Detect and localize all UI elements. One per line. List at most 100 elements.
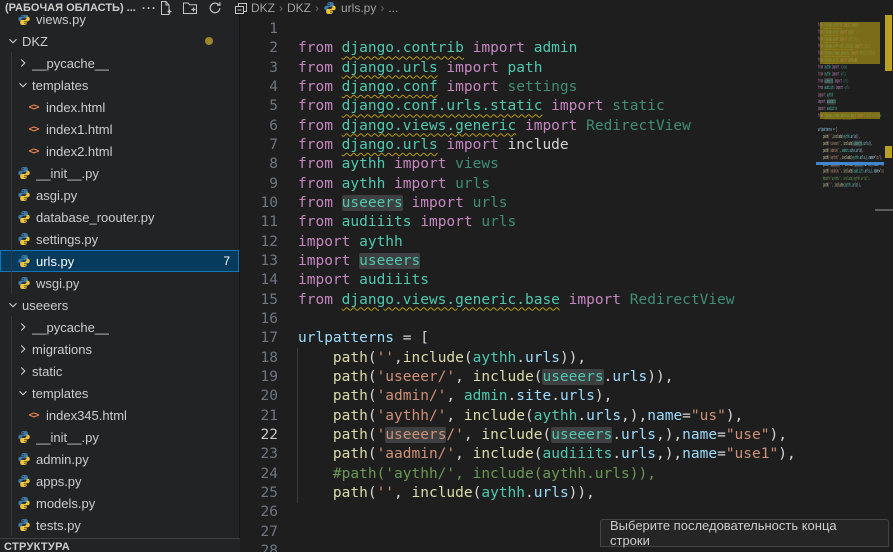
refresh-icon[interactable] <box>207 0 223 16</box>
code-line[interactable]: from django.urls import path <box>298 59 796 78</box>
line-number[interactable]: 2 <box>240 39 278 58</box>
code-line[interactable]: import aythh <box>298 233 796 252</box>
chevron-right-icon[interactable] <box>16 320 30 334</box>
file-tests-py[interactable]: tests.py <box>0 514 239 536</box>
line-number[interactable]: 22 <box>240 426 278 445</box>
chevron-right-icon[interactable] <box>16 56 30 70</box>
code-line[interactable]: import audiiits <box>298 271 796 290</box>
file-urls-py[interactable]: urls.py7 <box>0 250 239 272</box>
code-line[interactable]: from aythh import urls <box>298 175 796 194</box>
code-line[interactable]: urlpatterns = [ <box>298 329 796 348</box>
outline-section-header[interactable]: СТРУКТУРА <box>0 538 240 552</box>
code-line[interactable]: path('admin/', admin.site.urls), <box>298 387 796 406</box>
line-number[interactable]: 23 <box>240 445 278 464</box>
chevron-down-icon[interactable] <box>16 78 30 92</box>
line-number[interactable]: 12 <box>240 233 278 252</box>
file-models-py[interactable]: models.py <box>0 492 239 514</box>
line-number[interactable]: 26 <box>240 503 278 522</box>
code-line[interactable]: from django.views.generic.base import Re… <box>298 291 796 310</box>
line-number[interactable]: 6 <box>240 117 278 136</box>
folder-static[interactable]: static <box>0 360 239 382</box>
line-number[interactable]: 27 <box>240 523 278 542</box>
line-number[interactable]: 11 <box>240 213 278 232</box>
line-number[interactable]: 9 <box>240 175 278 194</box>
workspace-title: (РАБОЧАЯ ОБЛАСТЬ) ... <box>5 2 136 14</box>
line-number[interactable]: 24 <box>240 465 278 484</box>
line-number[interactable]: 16 <box>240 310 278 329</box>
line-number[interactable]: 20 <box>240 387 278 406</box>
code-line[interactable]: from django.contrib import admin <box>298 39 796 58</box>
line-number[interactable]: 14 <box>240 271 278 290</box>
file-settings-py[interactable]: settings.py <box>0 228 239 250</box>
more-actions-icon[interactable]: ··· <box>142 1 157 15</box>
line-number[interactable]: 4 <box>240 78 278 97</box>
line-number[interactable]: 19 <box>240 368 278 387</box>
breadcrumb-item[interactable]: ... <box>388 1 398 15</box>
line-number[interactable]: 21 <box>240 407 278 426</box>
code-line[interactable]: from aythh import views <box>298 155 796 174</box>
breadcrumb-item[interactable]: DKZ <box>287 1 311 15</box>
code-line[interactable]: from audiiits import urls <box>298 213 796 232</box>
line-number[interactable]: 3 <box>240 59 278 78</box>
file-admin-py[interactable]: admin.py <box>0 448 239 470</box>
chevron-right-icon[interactable] <box>16 364 30 378</box>
line-number[interactable]: 10 <box>240 194 278 213</box>
file-init-py[interactable]: __init__.py <box>0 162 239 184</box>
chevron-down-icon[interactable] <box>6 298 20 312</box>
code-line[interactable]: import useeers <box>298 252 796 271</box>
new-file-icon[interactable] <box>157 0 173 16</box>
code-line[interactable]: from django.views.generic import Redirec… <box>298 117 796 136</box>
code-line[interactable]: from django.conf import settings <box>298 78 796 97</box>
code-line[interactable]: from django.urls import include <box>298 136 796 155</box>
code-line[interactable]: path('aadmin/', include(audiiits.urls,),… <box>298 445 796 464</box>
line-number[interactable]: 7 <box>240 136 278 155</box>
chevron-down-icon[interactable] <box>6 34 20 48</box>
file-index345-html[interactable]: <>index345.html <box>0 404 239 426</box>
code-line[interactable]: from useeers import urls <box>298 194 796 213</box>
line-number[interactable]: 17 <box>240 329 278 348</box>
new-folder-icon[interactable] <box>182 0 198 16</box>
chevron-right-icon[interactable] <box>16 342 30 356</box>
line-number[interactable]: 28 <box>240 542 278 552</box>
folder-dkz[interactable]: DKZ <box>0 30 239 52</box>
folder-pycache[interactable]: __pycache__ <box>0 52 239 74</box>
line-number[interactable]: 5 <box>240 97 278 116</box>
folder-migrations[interactable]: migrations <box>0 338 239 360</box>
code-line[interactable] <box>298 310 796 329</box>
code-line[interactable]: path('', include(aythh.urls)), <box>298 484 796 503</box>
line-number[interactable]: 8 <box>240 155 278 174</box>
folder-pycache[interactable]: __pycache__ <box>0 316 239 338</box>
file-index1-html[interactable]: <>index1.html <box>0 118 239 140</box>
line-number[interactable]: 15 <box>240 291 278 310</box>
breadcrumb-item[interactable]: DKZ <box>251 1 275 15</box>
line-number[interactable]: 1 <box>240 20 278 39</box>
file-apps-py[interactable]: apps.py <box>0 470 239 492</box>
breadcrumb-item-file[interactable]: urls.py <box>341 1 376 15</box>
code-editor[interactable]: 1234567891011121314151617181920212223242… <box>240 15 893 552</box>
minimap[interactable]: from django.contrib import adminfrom dja… <box>816 15 884 250</box>
code-line[interactable] <box>298 20 796 39</box>
file-index2-html[interactable]: <>index2.html <box>0 140 239 162</box>
code-line[interactable]: path('',include(aythh.urls)), <box>298 349 796 368</box>
collapse-all-icon[interactable] <box>232 0 248 16</box>
code-token: urls <box>841 71 846 77</box>
line-number[interactable]: 13 <box>240 252 278 271</box>
chevron-down-icon[interactable] <box>16 386 30 400</box>
code-line[interactable]: path('aythh/', include(aythh.urls,),name… <box>298 407 796 426</box>
file-wsgi-py[interactable]: wsgi.py <box>0 272 239 294</box>
file-database-roouter-py[interactable]: database_roouter.py <box>0 206 239 228</box>
file-index-html[interactable]: <>index.html <box>0 96 239 118</box>
line-number[interactable]: 25 <box>240 484 278 503</box>
explorer-pane-header[interactable]: (РАБОЧАЯ ОБЛАСТЬ) ... ··· <box>0 0 239 15</box>
folder-templates[interactable]: templates <box>0 382 239 404</box>
code-line[interactable]: path('useeer/', include(useeers.urls)), <box>298 368 796 387</box>
folder-templates[interactable]: templates <box>0 74 239 96</box>
line-number[interactable]: 18 <box>240 349 278 368</box>
code-line[interactable]: #path('aythh/', include(aythh.urls)), <box>298 465 796 484</box>
file-init-py[interactable]: __init__.py <box>0 426 239 448</box>
code-line[interactable]: path('useeers/', include(useeers.urls,),… <box>298 426 796 445</box>
file-asgi-py[interactable]: asgi.py <box>0 184 239 206</box>
code-token: import <box>831 71 841 77</box>
folder-useeers[interactable]: useeers <box>0 294 239 316</box>
code-line[interactable]: from django.conf.urls.static import stat… <box>298 97 796 116</box>
